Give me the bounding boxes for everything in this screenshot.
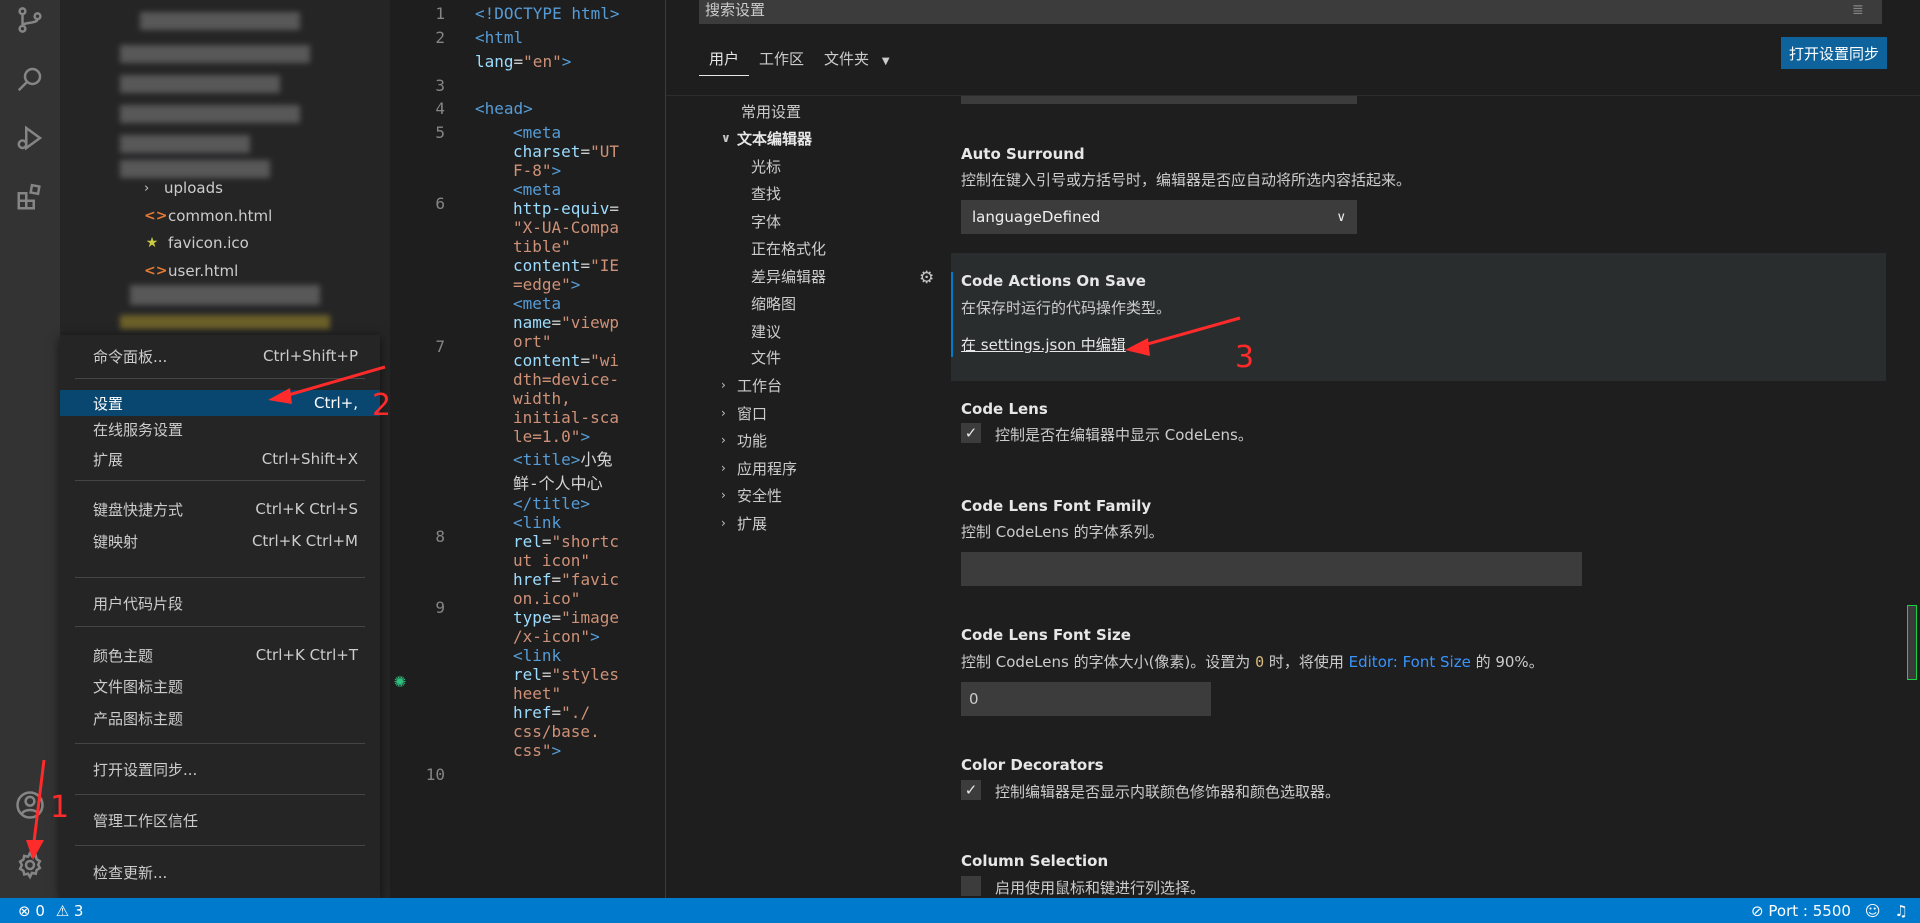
port-label: Port : 5500 [1768, 901, 1851, 920]
status-right: ⊘ Port : 5500 ☺ ♫ [1751, 902, 1908, 920]
warning-icon: ⚠ [55, 901, 70, 920]
no-entry-icon: ⊘ [1751, 901, 1764, 920]
bell-icon[interactable]: ♫ [1895, 902, 1908, 920]
feedback-icon[interactable]: ☺ [1865, 902, 1881, 920]
warning-count: 3 [73, 901, 84, 920]
status-left: ⊗ 0 ⚠ 3 [18, 902, 83, 920]
error-count: 0 [35, 901, 45, 920]
status-bar: ⊗ 0 ⚠ 3 ⊘ Port : 5500 ☺ ♫ [0, 898, 1920, 923]
annotation-arrows [26, 316, 1241, 860]
live-server-status[interactable]: ⊘ Port : 5500 [1751, 902, 1851, 920]
error-icon: ⊗ [18, 901, 31, 920]
problems-indicator[interactable]: ⊗ 0 ⚠ 3 [18, 902, 83, 920]
